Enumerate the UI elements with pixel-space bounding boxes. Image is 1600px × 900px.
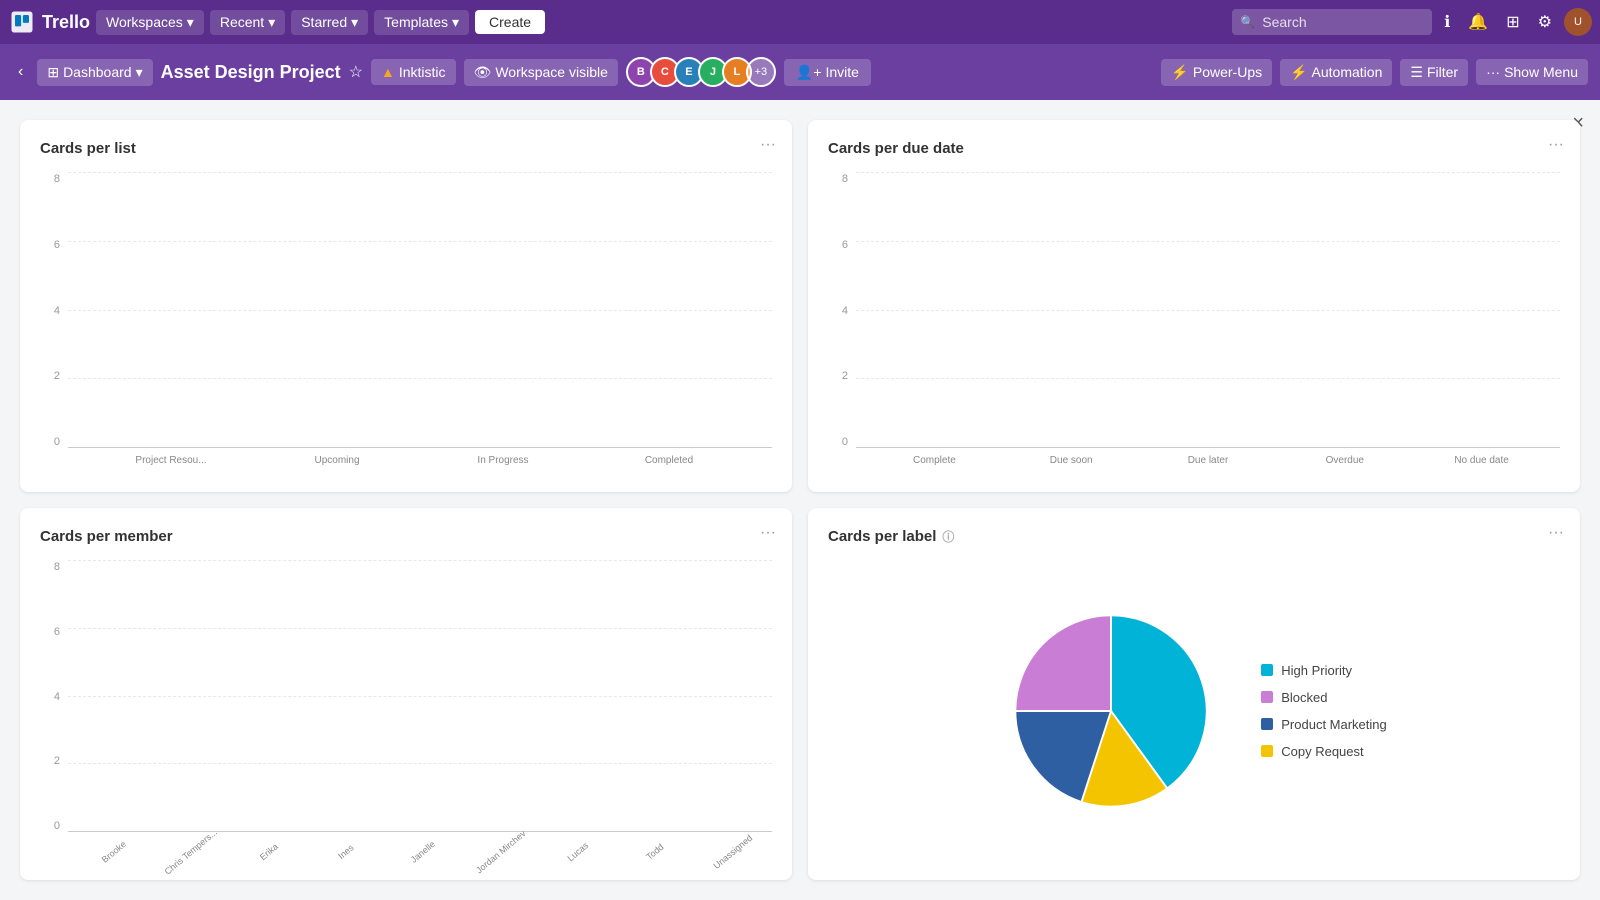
legend-dot-high-priority (1261, 664, 1273, 676)
x-label-in-progress: In Progress (420, 455, 586, 466)
legend-dot-product-marketing (1261, 718, 1273, 730)
cards-per-member-chart: 0 2 4 6 8 (40, 561, 772, 860)
cards-per-member-title: Cards per member (40, 528, 772, 545)
board-title[interactable]: Asset Design Project (161, 62, 341, 83)
cards-per-due-date-chart: 0 2 4 6 8 (828, 173, 1560, 472)
cards-per-due-date-title: Cards per due date (828, 140, 1560, 157)
info-button[interactable]: ℹ (1438, 8, 1456, 36)
pie-legend: High Priority Blocked Product Marketing … (1261, 663, 1387, 759)
recent-button[interactable]: Recent ▾ (210, 10, 285, 35)
legend-dot-blocked (1261, 691, 1273, 703)
workspace-button[interactable]: ▲ Inktistic (371, 59, 456, 85)
cards-per-list-menu[interactable]: ··· (760, 136, 776, 154)
legend-high-priority: High Priority (1261, 663, 1387, 678)
trello-text: Trello (42, 12, 90, 33)
dashboard-icon: ⊞ (47, 64, 59, 81)
cards-per-due-date-menu[interactable]: ··· (1548, 136, 1564, 154)
visibility-icon: 👁 (474, 64, 492, 81)
filter-icon: ☰ (1410, 64, 1423, 81)
cards-per-member-card: Cards per member ··· 0 2 4 6 8 (20, 508, 792, 880)
x-label-overdue: Overdue (1276, 455, 1413, 466)
x-label-due-soon: Due soon (1003, 455, 1140, 466)
power-ups-icon: ⚡ (1171, 64, 1188, 81)
user-avatar[interactable]: U (1564, 8, 1592, 36)
x-label-janelle: Janelle (390, 823, 456, 880)
cards-per-label-card: Cards per label ⓘ ··· High Priority Bloc… (808, 508, 1580, 880)
filter-button[interactable]: ☰ Filter (1400, 59, 1468, 86)
info-icon[interactable]: ⓘ (942, 528, 954, 545)
x-label-chris: Chris Tempers... (158, 823, 224, 880)
star-button[interactable]: ☆ (349, 62, 363, 82)
x-label-unassigned: Unassigned (700, 823, 766, 880)
legend-copy-request: Copy Request (1261, 744, 1387, 759)
x-label-brooke: Brooke (81, 823, 147, 880)
workspace-icon: ▲ (381, 64, 395, 80)
invite-icon: 👤+ (796, 64, 822, 81)
settings-button[interactable]: ⚙ (1532, 8, 1558, 36)
cards-per-label-menu[interactable]: ··· (1548, 524, 1564, 542)
starred-button[interactable]: Starred ▾ (291, 10, 368, 35)
x-label-due-later: Due later (1140, 455, 1277, 466)
cards-per-list-chart: 0 2 4 6 8 (40, 173, 772, 472)
x-label-no-due-date: No due date (1413, 455, 1550, 466)
create-button[interactable]: Create (475, 10, 545, 34)
workspaces-button[interactable]: Workspaces ▾ (96, 10, 204, 35)
dashboard-area: × Cards per list ··· 0 2 4 6 8 (0, 100, 1600, 900)
board-header: ‹ ⊞ Dashboard ▾ Asset Design Project ☆ ▲… (0, 44, 1600, 100)
x-label-erika: Erika (236, 823, 302, 880)
invite-button[interactable]: 👤+ Invite (784, 59, 871, 86)
cards-per-member-menu[interactable]: ··· (760, 524, 776, 542)
dashboard-button[interactable]: ⊞ Dashboard ▾ (37, 59, 152, 86)
more-members-badge[interactable]: +3 (746, 57, 776, 87)
search-input[interactable] (1232, 9, 1432, 35)
x-label-ines: Ines (313, 823, 379, 880)
legend-dot-copy-request (1261, 745, 1273, 757)
x-label-complete: Complete (866, 455, 1003, 466)
x-label-project-resou: Project Resou... (88, 455, 254, 466)
top-nav: Trello Workspaces ▾ Recent ▾ Starred ▾ T… (0, 0, 1600, 44)
automation-button[interactable]: ⚡ Automation (1280, 59, 1392, 86)
cards-per-list-card: Cards per list ··· 0 2 4 6 8 (20, 120, 792, 492)
member-avatars: B C E J L +3 (626, 57, 776, 87)
back-arrow-button[interactable]: ‹ (12, 59, 29, 85)
templates-button[interactable]: Templates ▾ (374, 10, 469, 35)
show-menu-button[interactable]: ··· Show Menu (1476, 59, 1588, 85)
pie-chart-svg (1001, 601, 1221, 821)
trello-logo-icon (8, 8, 36, 36)
visibility-button[interactable]: 👁 Workspace visible (464, 59, 618, 86)
legend-product-marketing: Product Marketing (1261, 717, 1387, 732)
x-label-lucas: Lucas (545, 823, 611, 880)
cards-per-list-title: Cards per list (40, 140, 772, 157)
automation-icon: ⚡ (1290, 64, 1307, 81)
menu-dots-icon: ··· (1486, 64, 1500, 80)
notification-button[interactable]: 🔔 (1462, 8, 1494, 36)
search-icon: 🔍 (1240, 15, 1255, 29)
x-label-upcoming: Upcoming (254, 455, 420, 466)
x-label-jordan: Jordan Mirchev (468, 823, 534, 880)
pie-chart-wrapper: High Priority Blocked Product Marketing … (828, 561, 1560, 860)
legend-blocked: Blocked (1261, 690, 1387, 705)
x-label-completed: Completed (586, 455, 752, 466)
apps-button[interactable]: ⊞ (1500, 8, 1525, 36)
cards-per-label-title: Cards per label ⓘ (828, 528, 1560, 545)
cards-per-due-date-card: Cards per due date ··· 0 2 4 6 8 (808, 120, 1580, 492)
trello-logo[interactable]: Trello (8, 8, 90, 36)
search-wrap: 🔍 (1232, 9, 1432, 35)
x-label-todd: Todd (622, 823, 688, 880)
power-ups-button[interactable]: ⚡ Power-Ups (1161, 59, 1272, 86)
